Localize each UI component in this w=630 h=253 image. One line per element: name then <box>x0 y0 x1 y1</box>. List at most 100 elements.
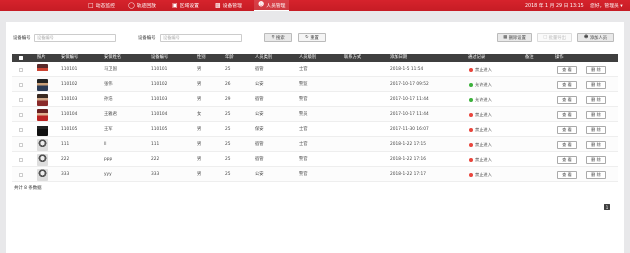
table-row: 110102 张伟 110102 男 26 公安 警监 2017-10-17 0… <box>12 77 618 92</box>
status-badge: 允许进入 <box>469 77 492 92</box>
view-button[interactable]: 查 看 <box>557 65 577 74</box>
nav-item-people[interactable]: ☻ 人员管理 <box>254 0 290 11</box>
nav-item-device[interactable]: ▩ 设备管理 <box>215 0 242 11</box>
col-status: 通过记录 <box>468 55 486 60</box>
delete-button[interactable]: 删 除 <box>586 95 606 104</box>
person-photo <box>37 78 48 91</box>
datetime: 2018 年 1 月 29 日 13:15 <box>525 4 584 9</box>
device-id-label: 设备编号 <box>138 36 156 41</box>
row-checkbox[interactable] <box>19 172 23 177</box>
row-checkbox[interactable] <box>19 142 23 147</box>
status-badge: 禁止进入 <box>469 137 492 152</box>
trash-icon: ▩ <box>503 35 508 40</box>
person-photo <box>37 93 48 106</box>
table-header: 照片 安保编号 安保姓名 设备编号 性别 年龄 人员类别 人员级别 联系方式 添… <box>12 54 618 62</box>
allowed-icon <box>469 97 473 102</box>
col-level: 人员级别 <box>299 55 317 60</box>
people-icon: ☻ <box>258 1 265 8</box>
col-id: 安保编号 <box>61 55 79 60</box>
add-user-icon: ☻ <box>583 35 589 40</box>
col-name: 安保姓名 <box>104 55 122 60</box>
select-all-checkbox[interactable] <box>19 56 23 60</box>
col-type: 人员类别 <box>255 55 273 60</box>
denied-icon <box>469 157 473 162</box>
table-row: 110104 王雅君 110104 女 25 公安 警员 2017-10-17 … <box>12 107 618 122</box>
denied-icon <box>469 127 473 132</box>
view-button[interactable]: 查 看 <box>557 140 577 149</box>
nav-item-track[interactable]: ◯ 轨迹回放 <box>128 0 156 11</box>
table-row: 110103 孙浩 110103 男 29 宿管 警官 2017-10-17 1… <box>12 92 618 107</box>
col-photo: 照片 <box>37 55 46 60</box>
table-row: 222 ppp 222 男 25 宿管 警官 2018-1-22 17:16 禁… <box>12 152 618 167</box>
row-checkbox[interactable] <box>19 112 23 117</box>
denied-icon <box>469 142 473 147</box>
status-badge: 禁止进入 <box>469 122 492 137</box>
person-photo <box>37 108 48 121</box>
visitor-icon: ◯ <box>128 1 135 9</box>
row-checkbox[interactable] <box>19 82 23 87</box>
delete-button[interactable]: 删 除 <box>586 65 606 74</box>
col-gender: 性别 <box>197 55 206 60</box>
row-checkbox[interactable] <box>19 157 23 162</box>
person-photo <box>37 168 48 181</box>
col-device: 设备编号 <box>151 55 169 60</box>
device-id-input[interactable]: 设备编号 <box>160 33 242 42</box>
search-button[interactable]: ⚲ 搜索 <box>264 33 292 42</box>
search-icon: ⚲ <box>271 35 275 40</box>
device-icon: ▩ <box>215 1 221 9</box>
denied-icon <box>469 172 473 177</box>
pagination-page-1[interactable]: 1 <box>604 204 610 210</box>
device-no-input[interactable]: 设备编号 <box>34 33 116 42</box>
denied-icon <box>469 67 473 72</box>
nav-item-area[interactable]: ▣ 区域设置 <box>172 0 199 11</box>
user-menu[interactable]: 您好，管理员 ▾ <box>590 0 623 11</box>
view-button[interactable]: 查 看 <box>557 110 577 119</box>
delete-button[interactable]: 删 除 <box>586 80 606 89</box>
status-badge: 禁止进入 <box>469 62 492 77</box>
device-no-label: 设备编号 <box>13 36 31 41</box>
status-badge: 禁止进入 <box>469 167 492 182</box>
status-badge: 允许进入 <box>469 92 492 107</box>
row-checkbox[interactable] <box>19 97 23 102</box>
nav-item-monitor[interactable]: □ 动态监控 <box>88 0 115 11</box>
person-photo <box>37 153 48 166</box>
table-row: 110101 马卫国 110101 男 25 宿管 士官 2018-1-5 11… <box>12 62 618 77</box>
view-button[interactable]: 查 看 <box>557 80 577 89</box>
view-button[interactable]: 查 看 <box>557 155 577 164</box>
area-icon: ▣ <box>172 1 178 9</box>
delete-button[interactable]: 删 除 <box>586 170 606 179</box>
batch-export-button[interactable]: □ 批量导出 <box>537 33 572 42</box>
export-icon: □ <box>543 35 548 40</box>
monitor-icon: □ <box>88 1 94 9</box>
table-row: 110105 王军 110105 男 25 保安 士官 2017-11-30 1… <box>12 122 618 137</box>
view-button[interactable]: 查 看 <box>557 95 577 104</box>
allowed-icon <box>469 82 473 87</box>
col-contact: 联系方式 <box>344 55 362 60</box>
col-age: 年龄 <box>225 55 234 60</box>
add-person-button[interactable]: ☻ 添加人员 <box>577 33 614 42</box>
view-button[interactable]: 查 看 <box>557 125 577 134</box>
delete-button[interactable]: 删 除 <box>586 140 606 149</box>
total-count: 共计 8 条数据 <box>14 186 42 191</box>
col-note: 备注 <box>525 55 534 60</box>
reset-button[interactable]: ↻ 重置 <box>298 33 326 42</box>
row-checkbox[interactable] <box>19 127 23 132</box>
batch-delete-button[interactable]: ▩ 删除设置 <box>497 33 532 42</box>
row-checkbox[interactable] <box>19 67 23 72</box>
table-row: 333 yyy 333 男 25 公安 警官 2018-1-22 17:17 禁… <box>12 167 618 182</box>
col-date: 添加日期 <box>390 55 408 60</box>
status-badge: 禁止进入 <box>469 152 492 167</box>
top-nav: □ 动态监控 ◯ 轨迹回放 ▣ 区域设置 ▩ 设备管理 ☻ 人员管理 2018 … <box>0 0 630 11</box>
delete-button[interactable]: 删 除 <box>586 155 606 164</box>
denied-icon <box>469 112 473 117</box>
person-photo <box>37 123 48 136</box>
refresh-icon: ↻ <box>305 35 309 40</box>
table-row: 111 ll 111 男 25 宿管 士官 2018-1-22 17:15 禁止… <box>12 137 618 152</box>
status-badge: 禁止进入 <box>469 107 492 122</box>
person-photo <box>37 138 48 151</box>
view-button[interactable]: 查 看 <box>557 170 577 179</box>
col-actions: 操作 <box>555 55 564 60</box>
delete-button[interactable]: 删 除 <box>586 125 606 134</box>
delete-button[interactable]: 删 除 <box>586 110 606 119</box>
person-photo <box>37 63 48 76</box>
